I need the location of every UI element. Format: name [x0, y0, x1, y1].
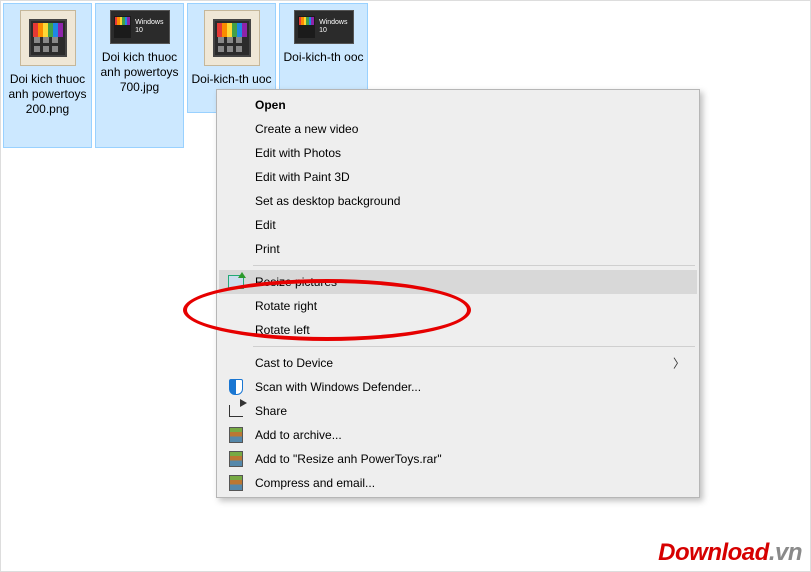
- menu-label: Set as desktop background: [255, 194, 400, 208]
- menu-label: Add to "Resize anh PowerToys.rar": [255, 452, 442, 466]
- menu-label: Add to archive...: [255, 428, 342, 442]
- menu-scan-defender[interactable]: Scan with Windows Defender...: [219, 375, 697, 399]
- menu-add-to-named-archive[interactable]: Add to "Resize anh PowerToys.rar": [219, 447, 697, 471]
- menu-set-background[interactable]: Set as desktop background: [219, 189, 697, 213]
- file-name-label: Doi-kich-th ooc: [281, 50, 365, 65]
- menu-add-to-archive[interactable]: Add to archive...: [219, 423, 697, 447]
- menu-label: Edit with Photos: [255, 146, 341, 160]
- menu-resize-pictures[interactable]: Resize pictures: [219, 270, 697, 294]
- shield-icon: [227, 378, 245, 396]
- archive-icon: [227, 426, 245, 444]
- menu-compress-and-email[interactable]: Compress and email...: [219, 471, 697, 495]
- file-thumbnail: [20, 10, 76, 66]
- watermark-text: Download: [658, 539, 769, 566]
- menu-label: Rotate right: [255, 299, 317, 313]
- archive-icon: [227, 474, 245, 492]
- menu-label: Scan with Windows Defender...: [255, 380, 421, 394]
- menu-edit-photos[interactable]: Edit with Photos: [219, 141, 697, 165]
- thumb-badge: Windows 10: [319, 19, 349, 35]
- menu-label: Rotate left: [255, 323, 310, 337]
- watermark-suffix: .vn: [769, 539, 802, 566]
- file-name-label: Doi kich thuoc anh powertoys 700.jpg: [96, 50, 183, 95]
- menu-separator: [253, 346, 695, 347]
- thumb-badge: Windows 10: [135, 19, 165, 35]
- menu-rotate-left[interactable]: Rotate left: [219, 318, 697, 342]
- file-name-label: Doi kich thuoc anh powertoys 200.png: [4, 72, 91, 117]
- menu-label: Edit with Paint 3D: [255, 170, 350, 184]
- menu-label: Print: [255, 242, 280, 256]
- menu-edit[interactable]: Edit: [219, 213, 697, 237]
- menu-label: Resize pictures: [255, 275, 337, 289]
- file-thumbnail: [204, 10, 260, 66]
- menu-label: Open: [255, 98, 286, 112]
- file-thumbnail: Windows 10: [110, 10, 170, 44]
- watermark: Download.vn: [658, 539, 802, 567]
- menu-rotate-right[interactable]: Rotate right: [219, 294, 697, 318]
- file-thumbnail: Windows 10: [294, 10, 354, 44]
- menu-print[interactable]: Print: [219, 237, 697, 261]
- share-icon: [227, 402, 245, 420]
- menu-label: Share: [255, 404, 287, 418]
- menu-label: Create a new video: [255, 122, 358, 136]
- menu-label: Edit: [255, 218, 276, 232]
- archive-icon: [227, 450, 245, 468]
- menu-separator: [253, 265, 695, 266]
- menu-create-video[interactable]: Create a new video: [219, 117, 697, 141]
- file-item[interactable]: Doi kich thuoc anh powertoys 200.png: [3, 3, 92, 148]
- chevron-right-icon: 〉: [673, 355, 685, 372]
- menu-edit-paint3d[interactable]: Edit with Paint 3D: [219, 165, 697, 189]
- file-item[interactable]: Windows 10 Doi kich thuoc anh powertoys …: [95, 3, 184, 148]
- menu-share[interactable]: Share: [219, 399, 697, 423]
- menu-cast-to-device[interactable]: Cast to Device 〉: [219, 351, 697, 375]
- menu-label: Cast to Device: [255, 356, 333, 370]
- menu-label: Compress and email...: [255, 476, 375, 490]
- menu-open[interactable]: Open: [219, 93, 697, 117]
- context-menu: Open Create a new video Edit with Photos…: [216, 89, 700, 498]
- resize-icon: [227, 273, 245, 291]
